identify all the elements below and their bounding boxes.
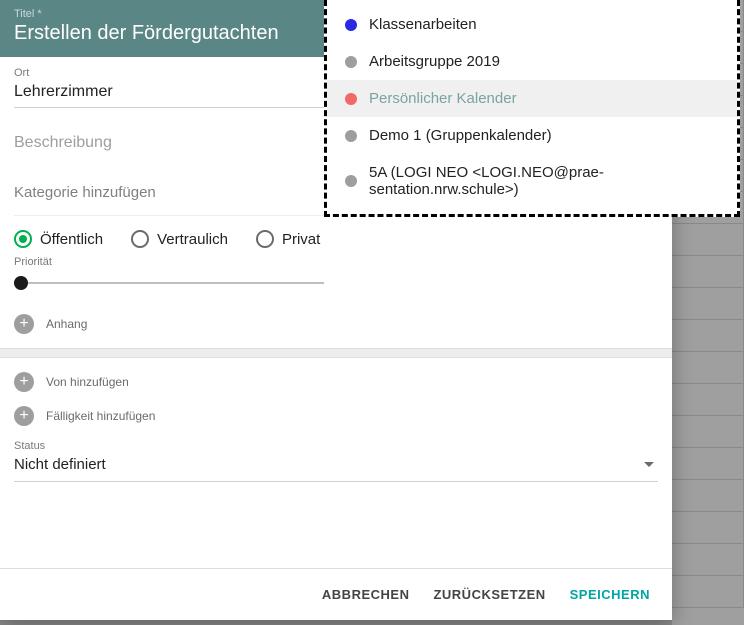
radio-label: Privat bbox=[282, 231, 320, 248]
dropdown-item-label: Arbeitsgruppe 2019 bbox=[369, 53, 500, 70]
slider-thumb[interactable] bbox=[14, 276, 28, 290]
radio-label: Vertraulich bbox=[157, 231, 228, 248]
dropdown-item-klassenarbeiten[interactable]: Klassenarbeiten bbox=[327, 6, 737, 43]
calendar-dropdown[interactable]: Klassenarbeiten Arbeitsgruppe 2019 Persö… bbox=[324, 0, 740, 217]
anhang-label[interactable]: Anhang bbox=[46, 317, 87, 331]
modal-footer: ABBRECHEN ZURÜCKSETZEN SPEICHERN bbox=[0, 568, 672, 620]
plus-icon[interactable]: + bbox=[14, 314, 34, 334]
section-divider bbox=[0, 348, 672, 358]
dropdown-item-5a[interactable]: 5A (LOGI NEO <LOGI.NEO@prae-sentation.nr… bbox=[327, 154, 737, 208]
color-dot-icon bbox=[345, 56, 357, 68]
cancel-button[interactable]: ABBRECHEN bbox=[322, 587, 410, 602]
dropdown-item-label: 5A (LOGI NEO <LOGI.NEO@prae-sentation.nr… bbox=[369, 164, 719, 198]
von-hinzufuegen-label[interactable]: Von hinzufügen bbox=[46, 375, 129, 389]
prioritaet-label: Priorität bbox=[14, 256, 658, 268]
color-dot-icon bbox=[345, 175, 357, 187]
dropdown-item-label: Persönlicher Kalender bbox=[369, 90, 517, 107]
dropdown-item-arbeitsgruppe[interactable]: Arbeitsgruppe 2019 bbox=[327, 43, 737, 80]
visibility-radio-group: Öffentlich Vertraulich Privat bbox=[14, 215, 658, 248]
radio-privat[interactable]: Privat bbox=[256, 230, 320, 248]
reset-button[interactable]: ZURÜCKSETZEN bbox=[433, 587, 545, 602]
color-dot-icon bbox=[345, 93, 357, 105]
status-value: Nicht definiert bbox=[14, 456, 106, 473]
plus-icon[interactable]: + bbox=[14, 372, 34, 392]
radio-icon bbox=[256, 230, 274, 248]
dropdown-item-label: Klassenarbeiten bbox=[369, 16, 477, 33]
status-select[interactable]: Nicht definiert bbox=[14, 452, 658, 482]
status-label: Status bbox=[14, 440, 658, 452]
plus-icon[interactable]: + bbox=[14, 406, 34, 426]
dropdown-item-label: Demo 1 (Gruppenkalender) bbox=[369, 127, 552, 144]
color-dot-icon bbox=[345, 130, 357, 142]
radio-oeffentlich[interactable]: Öffentlich bbox=[14, 230, 103, 248]
prioritaet-slider[interactable] bbox=[14, 282, 324, 284]
radio-vertraulich[interactable]: Vertraulich bbox=[131, 230, 228, 248]
radio-label: Öffentlich bbox=[40, 231, 103, 248]
dropdown-item-demo1[interactable]: Demo 1 (Gruppenkalender) bbox=[327, 117, 737, 154]
save-button[interactable]: SPEICHERN bbox=[570, 587, 650, 602]
radio-icon bbox=[14, 230, 32, 248]
faelligkeit-hinzufuegen-label[interactable]: Fälligkeit hinzufügen bbox=[46, 409, 155, 423]
dropdown-item-personlicher-kalender[interactable]: Persönlicher Kalender bbox=[327, 80, 737, 117]
radio-icon bbox=[131, 230, 149, 248]
color-dot-icon bbox=[345, 19, 357, 31]
chevron-down-icon bbox=[644, 462, 654, 467]
